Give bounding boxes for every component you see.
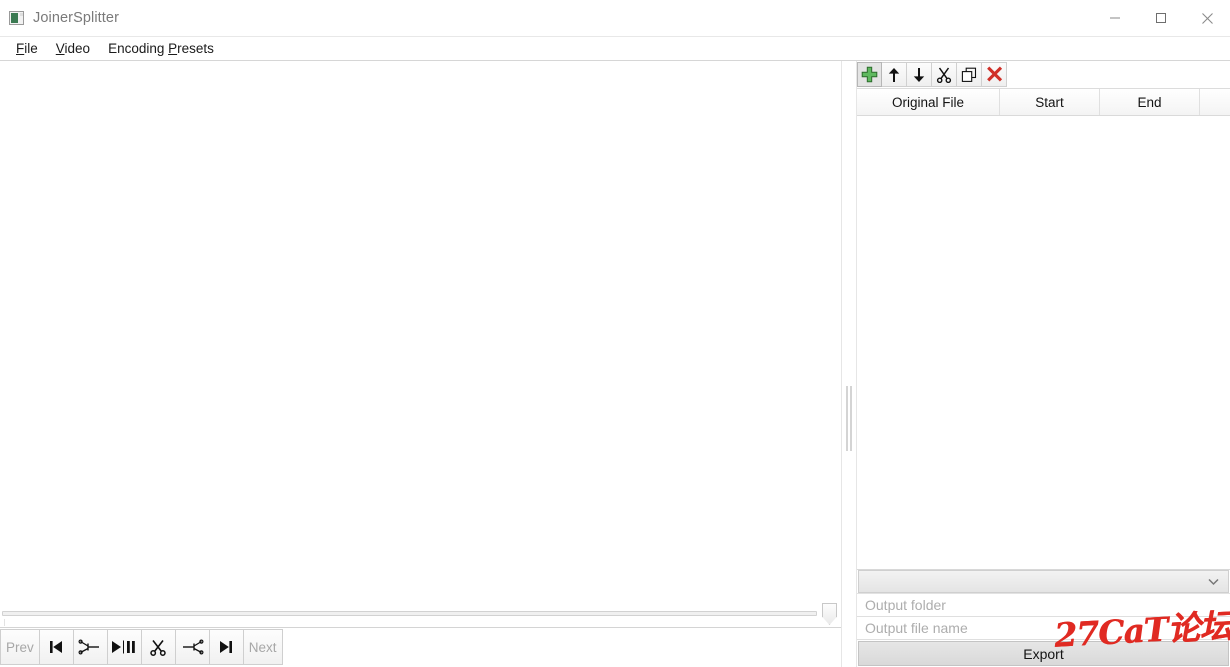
- pane-splitter[interactable]: [841, 61, 857, 667]
- column-header-original-file[interactable]: Original File: [857, 89, 1000, 115]
- set-start-marker-button[interactable]: [73, 629, 108, 665]
- output-folder-field[interactable]: Output folder: [857, 594, 1230, 617]
- plus-icon: [861, 66, 878, 83]
- window-title: JoinerSplitter: [33, 10, 120, 26]
- transport-controls: Prev Next: [0, 628, 841, 667]
- column-header-start[interactable]: Start: [1000, 89, 1100, 115]
- scissors-icon: [936, 67, 952, 83]
- file-table-header: Original File Start End: [857, 89, 1230, 116]
- window-controls: [1092, 0, 1230, 36]
- next-button[interactable]: Next: [243, 629, 283, 665]
- scissors-icon: [150, 640, 167, 656]
- menu-video-mnemonic: V: [55, 41, 65, 56]
- maximize-icon: [1156, 13, 1166, 23]
- minimize-icon: [1110, 17, 1120, 19]
- menu-video-post: ideo: [64, 41, 91, 56]
- player-pane: Prev Next: [0, 61, 841, 667]
- skip-to-end-button[interactable]: [209, 629, 244, 665]
- output-folder-text: Output folder: [865, 597, 946, 613]
- play-pause-button[interactable]: [107, 629, 142, 665]
- menu-item-video[interactable]: Video: [48, 40, 98, 57]
- video-seek-slider[interactable]: [2, 611, 817, 616]
- copy-icon: [961, 67, 977, 82]
- output-filename-field[interactable]: Output file name: [857, 617, 1230, 640]
- cut-segment-button[interactable]: [932, 62, 957, 87]
- minimize-button[interactable]: [1092, 0, 1138, 36]
- move-up-button[interactable]: [882, 62, 907, 87]
- set-start-marker-icon: [78, 639, 100, 655]
- remove-button[interactable]: [982, 62, 1007, 87]
- play-pause-icon: [112, 640, 136, 654]
- output-filename-text: Output file name: [865, 620, 968, 636]
- skip-to-start-button[interactable]: [39, 629, 74, 665]
- chevron-down-icon: [1208, 578, 1219, 585]
- title-bar: JoinerSplitter: [0, 0, 1230, 37]
- main-body: Prev Next Original File Start End Output…: [0, 61, 1230, 667]
- skip-to-start-icon: [50, 641, 63, 653]
- prev-button[interactable]: Prev: [0, 629, 40, 665]
- encoding-preset-combo[interactable]: [858, 570, 1229, 593]
- menu-file-mnemonic: F: [16, 41, 25, 56]
- joinersplitter-window: JoinerSplitter File Video Encoding Prese…: [0, 0, 1230, 667]
- close-button[interactable]: [1184, 0, 1230, 36]
- menu-presets-mnemonic: P: [168, 41, 178, 56]
- menu-item-file[interactable]: File: [8, 40, 46, 57]
- file-table-body[interactable]: [857, 116, 1230, 570]
- maximize-button[interactable]: [1138, 0, 1184, 36]
- menu-file-post: ile: [24, 41, 38, 56]
- set-end-marker-icon: [183, 639, 204, 655]
- seek-bar-area: [0, 599, 841, 627]
- arrow-up-icon: [888, 67, 900, 82]
- column-header-spacer: [1200, 89, 1230, 115]
- menu-presets-pre: Encoding: [108, 41, 169, 56]
- file-list-pane: Original File Start End Output folder Ou…: [857, 61, 1230, 667]
- video-display-area[interactable]: [0, 61, 841, 599]
- export-button[interactable]: Export: [858, 641, 1229, 666]
- file-list-toolbar: [857, 61, 1230, 89]
- set-end-marker-button[interactable]: [175, 629, 210, 665]
- skip-to-end-icon: [220, 641, 233, 653]
- add-file-button[interactable]: [857, 62, 882, 87]
- menu-item-encoding-presets[interactable]: Encoding Presets: [100, 40, 222, 57]
- splitter-grip[interactable]: [846, 386, 852, 451]
- encoding-preset-row: [857, 570, 1230, 594]
- move-down-button[interactable]: [907, 62, 932, 87]
- seek-slider-handle[interactable]: [822, 603, 837, 625]
- menu-presets-post: resets: [177, 41, 214, 56]
- menu-bar: File Video Encoding Presets: [0, 37, 1230, 61]
- title-bar-left: JoinerSplitter: [0, 10, 119, 26]
- arrow-down-icon: [913, 67, 925, 82]
- cut-button[interactable]: [141, 629, 176, 665]
- seek-tick-mark: [4, 619, 5, 626]
- delete-x-icon: [986, 66, 1002, 82]
- duplicate-button[interactable]: [957, 62, 982, 87]
- column-header-end[interactable]: End: [1100, 89, 1200, 115]
- close-icon: [1201, 12, 1213, 24]
- app-window-icon: [9, 11, 24, 25]
